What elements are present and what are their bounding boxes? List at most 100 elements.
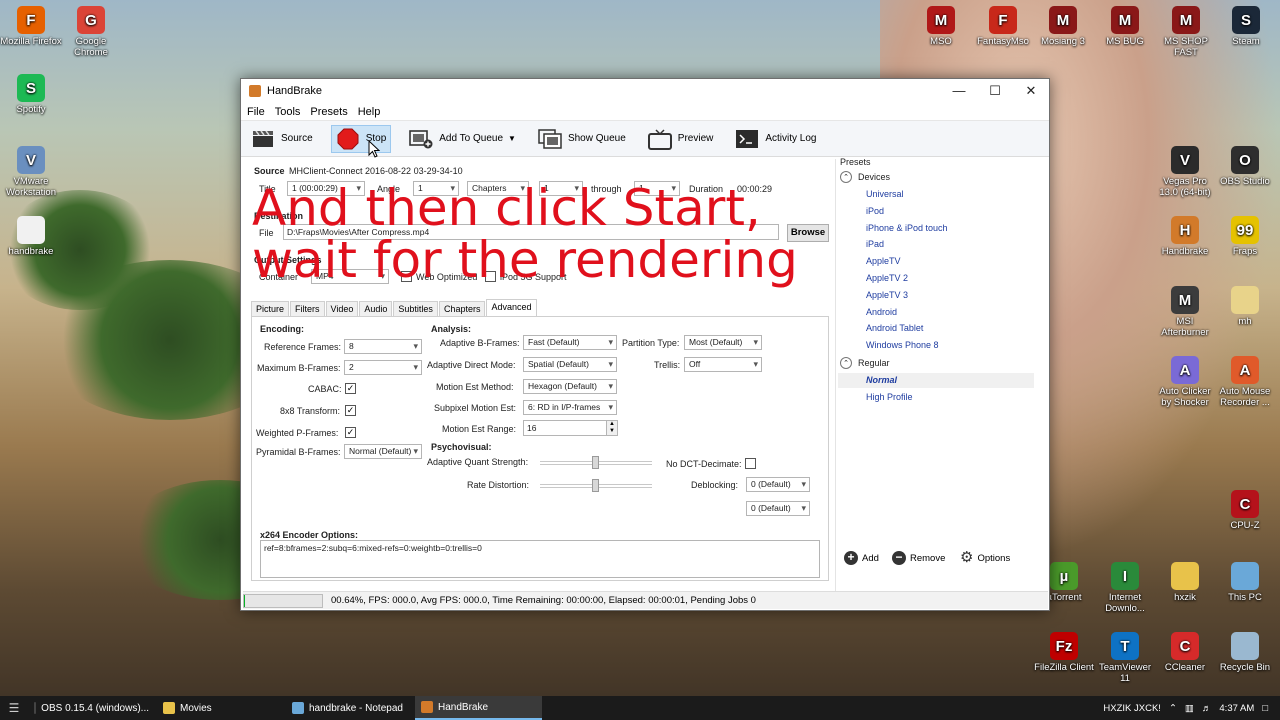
desktop-icon-left-0[interactable]: F Mozilla Firefox: [0, 6, 62, 47]
desktop-icon-right-1[interactable]: O OBS Studio: [1214, 146, 1276, 187]
desktop-icon-left-3[interactable]: V VMware Workstation: [0, 146, 62, 198]
preset-high-profile[interactable]: High Profile: [866, 392, 913, 402]
motion-range-spinner[interactable]: ▲ ▼: [606, 420, 618, 436]
preset-device-item[interactable]: iPad: [866, 239, 884, 249]
aq-strength-thumb[interactable]: [592, 456, 599, 469]
tray-chevron-icon[interactable]: ⌃: [1169, 703, 1177, 714]
preset-device-item[interactable]: AppleTV 2: [866, 273, 908, 283]
desktop-icon-right-2[interactable]: H Handbrake: [1154, 216, 1216, 257]
desktop-icon-left-1[interactable]: G Google Chrome: [60, 6, 122, 58]
taskbar-app[interactable]: Movies: [157, 696, 284, 720]
desktop-icon-right-6[interactable]: A Auto Clicker by Shocker: [1154, 356, 1216, 408]
preview-button[interactable]: Preview: [644, 125, 718, 153]
motion-method-select[interactable]: Hexagon (Default): [523, 379, 617, 394]
tab-picture[interactable]: Picture: [251, 301, 290, 316]
desktop-icon-right-4[interactable]: M MSI Afterburner: [1154, 286, 1216, 338]
no-dct-checkbox[interactable]: [745, 458, 756, 469]
partition-select[interactable]: Most (Default): [684, 335, 762, 350]
desktop-icon-right-16[interactable]: Recycle Bin: [1214, 632, 1276, 673]
desktop-icon-top-0[interactable]: M MSO: [910, 6, 972, 47]
add-preset-button[interactable]: + Add: [844, 551, 879, 565]
clock[interactable]: 4:37 AM: [1219, 703, 1254, 714]
deblocking-strength-select[interactable]: 0 (Default): [746, 477, 810, 492]
task-view-icon[interactable]: ☰: [0, 701, 28, 715]
devices-group[interactable]: ⌃ Devices: [840, 171, 1034, 185]
desktop-icon-right-3[interactable]: 99 Fraps: [1214, 216, 1276, 257]
volume-icon[interactable]: ♬: [1202, 703, 1212, 714]
tab-chapters[interactable]: Chapters: [438, 301, 486, 316]
preset-device-item[interactable]: AppleTV 3: [866, 290, 908, 300]
source-button[interactable]: Source: [247, 125, 317, 153]
desktop-icon-top-3[interactable]: M MS BUG: [1094, 6, 1156, 47]
preset-device-item[interactable]: iPod: [866, 206, 884, 216]
add-to-queue-button[interactable]: Add To Queue ▼: [405, 125, 520, 153]
desktop-icon-right-7[interactable]: A Auto Mouse Recorder ...: [1214, 356, 1276, 408]
preset-device-item[interactable]: Android Tablet: [866, 323, 923, 333]
rate-distortion-slider[interactable]: [540, 479, 652, 492]
show-queue-button[interactable]: Show Queue: [534, 125, 630, 153]
preset-device-item[interactable]: AppleTV: [866, 256, 901, 266]
network-icon[interactable]: ▥: [1185, 703, 1194, 714]
activity-log-button[interactable]: Activity Log: [731, 125, 820, 153]
trellis-select[interactable]: Off: [684, 357, 762, 372]
weighted-pframes-checkbox[interactable]: ✓: [345, 427, 356, 438]
aq-strength-slider[interactable]: [540, 456, 652, 469]
motion-range-input[interactable]: 16: [523, 420, 607, 436]
desktop-icon-right-14[interactable]: T TeamViewer 11: [1094, 632, 1156, 684]
dropdown-arrow-icon[interactable]: ▼: [508, 134, 516, 143]
menu-tools[interactable]: Tools: [275, 106, 301, 118]
deblocking-threshold-select[interactable]: 0 (Default): [746, 501, 810, 516]
collapse-icon[interactable]: ⌃: [840, 171, 852, 183]
desktop-icon-top-2[interactable]: M Mosiang 3: [1032, 6, 1094, 47]
preset-device-item[interactable]: Android: [866, 307, 897, 317]
desktop-icon-top-4[interactable]: M MS SHOP FAST: [1155, 6, 1217, 58]
desktop-icon-right-12[interactable]: This PC: [1214, 562, 1276, 603]
pyramidal-select[interactable]: Normal (Default): [344, 444, 422, 459]
reference-frames-select[interactable]: 8: [344, 339, 422, 354]
rate-distortion-thumb[interactable]: [592, 479, 599, 492]
regular-group[interactable]: ⌃ Regular: [840, 357, 1034, 371]
maximum-bframes-select[interactable]: 2: [344, 360, 422, 375]
desktop-icon-left-4[interactable]: handbrake: [0, 216, 62, 257]
menu-file[interactable]: File: [247, 106, 265, 118]
collapse-icon[interactable]: ⌃: [840, 357, 852, 369]
desktop-icon-top-5[interactable]: S Steam: [1215, 6, 1277, 47]
close-button[interactable]: ✕: [1013, 79, 1049, 103]
tab-filters[interactable]: Filters: [290, 301, 325, 316]
transform-checkbox[interactable]: ✓: [345, 405, 356, 416]
preset-normal[interactable]: Normal: [866, 375, 897, 385]
adaptive-direct-select[interactable]: Spatial (Default): [523, 357, 617, 372]
taskbar-app[interactable]: HandBrake: [415, 696, 542, 720]
maximize-button[interactable]: ☐: [977, 79, 1013, 103]
desktop-icon-right-0[interactable]: V Vegas Pro 13.0 (64-bit): [1154, 146, 1216, 198]
remove-preset-button[interactable]: − Remove: [892, 551, 945, 565]
preset-device-item[interactable]: Windows Phone 8: [866, 340, 939, 350]
tab-audio[interactable]: Audio: [359, 301, 393, 316]
desktop-icon-left-2[interactable]: S Spotify: [0, 74, 62, 115]
window-titlebar[interactable]: HandBrake — ☐ ✕: [241, 79, 1049, 103]
adaptive-bframes-select[interactable]: Fast (Default): [523, 335, 617, 350]
desktop-icon-top-1[interactable]: F FantasyMso: [972, 6, 1034, 47]
preset-device-item[interactable]: Universal: [866, 189, 904, 199]
desktop-icon-right-15[interactable]: C CCleaner: [1154, 632, 1216, 673]
minimize-button[interactable]: —: [941, 79, 977, 103]
preset-options-button[interactable]: ⚙ Options: [960, 550, 1010, 565]
cabac-checkbox[interactable]: ✓: [345, 383, 356, 394]
menu-presets[interactable]: Presets: [310, 106, 347, 118]
desktop-icon-right-11[interactable]: hxzik: [1154, 562, 1216, 603]
taskbar-app[interactable]: OBS 0.15.4 (windows)...: [28, 696, 155, 720]
stop-button[interactable]: Stop: [330, 124, 392, 153]
taskbar-app[interactable]: handbrake - Notepad: [286, 696, 413, 720]
desktop-icon-right-10[interactable]: I Internet Downlo...: [1094, 562, 1156, 614]
x264-options-textarea[interactable]: ref=8:bframes=2:subq=6:mixed-refs=0:weig…: [260, 540, 820, 578]
desktop-icon-right-13[interactable]: Fz FileZilla Client: [1033, 632, 1095, 673]
desktop-icon-right-5[interactable]: mh: [1214, 286, 1276, 327]
tab-advanced[interactable]: Advanced: [486, 299, 537, 316]
preset-device-item[interactable]: iPhone & iPod touch: [866, 223, 948, 233]
desktop-icon-right-8[interactable]: C CPU-Z: [1214, 490, 1276, 531]
tab-video[interactable]: Video: [325, 301, 359, 316]
subpixel-select[interactable]: 6: RD in I/P-frames: [523, 400, 617, 415]
tab-subtitles[interactable]: Subtitles: [393, 301, 438, 316]
menu-help[interactable]: Help: [358, 106, 381, 118]
notifications-icon[interactable]: □: [1262, 703, 1268, 714]
